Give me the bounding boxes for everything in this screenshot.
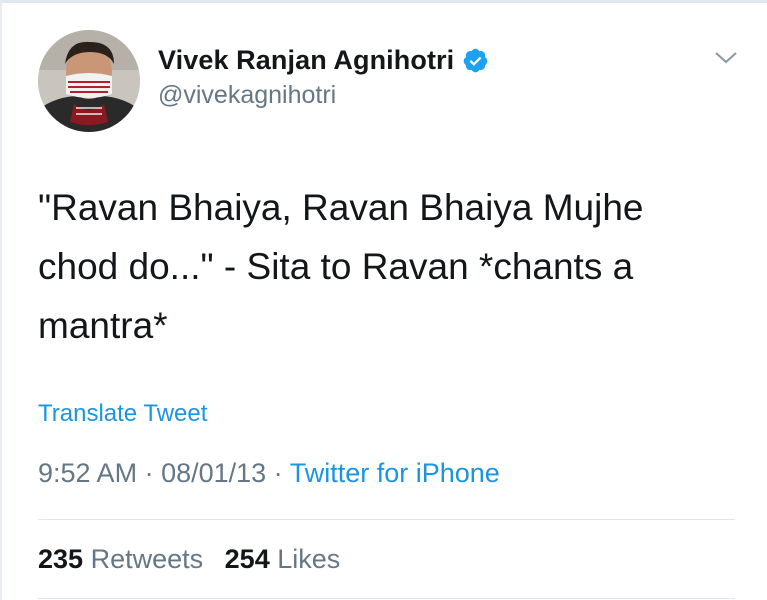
user-info: Vivek Ranjan Agnihotri @vivekagnihotri [158, 42, 489, 110]
bottom-divider [38, 598, 735, 599]
likes-count: 254 [224, 544, 270, 574]
tweet-time[interactable]: 9:52 AM [38, 458, 137, 488]
display-name[interactable]: Vivek Ranjan Agnihotri [158, 45, 454, 76]
likes-label: Likes [277, 544, 341, 574]
avatar[interactable] [38, 30, 140, 132]
retweets-count: 235 [38, 544, 84, 574]
meta-separator: · [266, 458, 290, 488]
verified-badge-icon [462, 47, 489, 74]
translate-tweet-link[interactable]: Translate Tweet [38, 400, 207, 428]
likes-stat[interactable]: 254 Likes [225, 544, 341, 574]
tweet-text: "Ravan Bhaiya, Ravan Bhaiya Mujhe chod d… [38, 187, 654, 346]
tweet-stats: 235 Retweets 254 Likes [38, 544, 354, 575]
tweet-meta: 9:52 AM · 08/01/13 · Twitter for iPhone [38, 458, 500, 489]
tweet-date[interactable]: 08/01/13 [161, 458, 266, 488]
tweet-source-link[interactable]: Twitter for iPhone [290, 458, 500, 488]
handle[interactable]: @vivekagnihotri [158, 81, 489, 110]
divider [38, 519, 735, 520]
tweet-header: Vivek Ranjan Agnihotri @vivekagnihotri [38, 28, 738, 138]
chevron-down-icon[interactable] [714, 50, 738, 66]
meta-separator: · [137, 458, 162, 488]
avatar-image [38, 30, 140, 132]
retweets-label: Retweets [90, 544, 204, 574]
tweet-card: Vivek Ranjan Agnihotri @vivekagnihotri "… [0, 0, 767, 600]
display-name-row: Vivek Ranjan Agnihotri [158, 42, 489, 78]
retweets-stat[interactable]: 235 Retweets [38, 544, 211, 574]
